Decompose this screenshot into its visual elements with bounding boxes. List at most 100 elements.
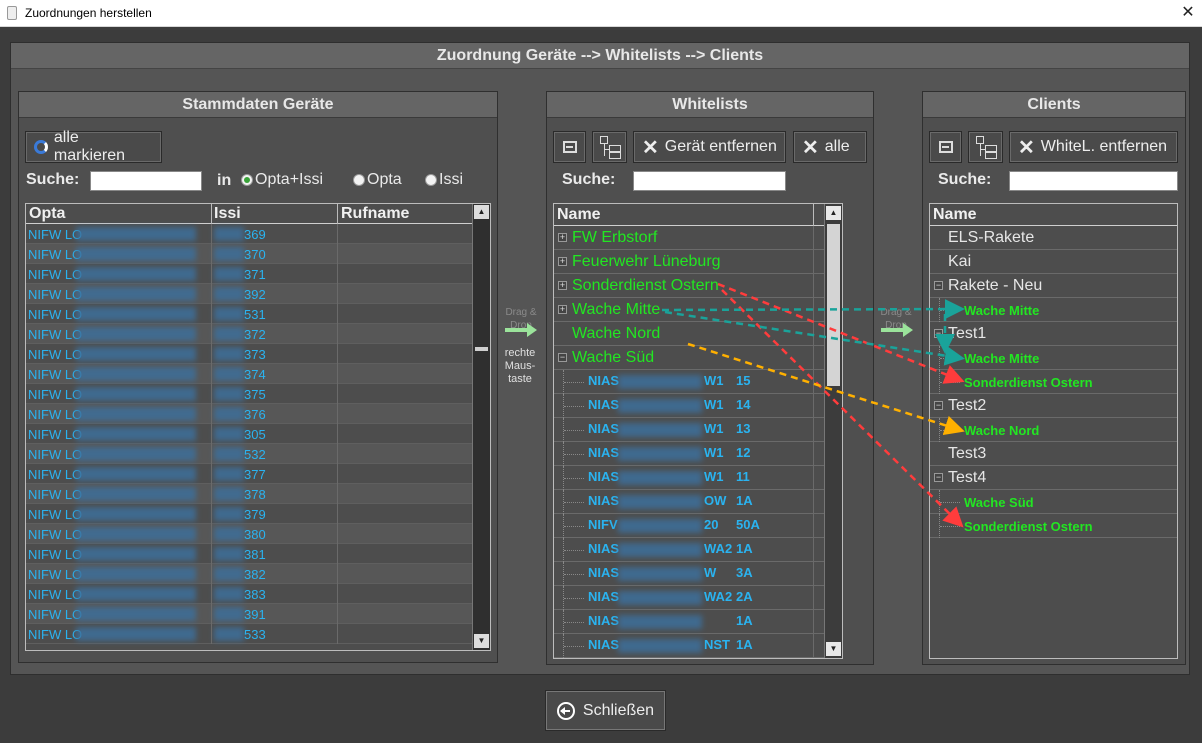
scroll-down-icon[interactable]: ▼ (474, 634, 489, 648)
table-row[interactable]: NIFW LO 372 (26, 324, 472, 344)
table-row[interactable]: NIFW LO 532 (26, 444, 472, 464)
close-window-icon[interactable]: ✕ (1174, 0, 1202, 26)
client-whitelist[interactable]: Wache Mitte (930, 298, 1177, 322)
redacted-blur (618, 495, 702, 509)
table-row[interactable]: NIFW LO 381 (26, 544, 472, 564)
radio-opta[interactable]: Opta (353, 171, 402, 189)
client-item[interactable]: − Test2 (930, 394, 1177, 418)
whitelist-item[interactable]: + Wache Mitte (554, 298, 824, 322)
collapse-all-button[interactable] (553, 131, 586, 163)
whitelist-device[interactable]: NIAS W1 14 (554, 394, 824, 418)
scroll-down-icon[interactable]: ▼ (826, 642, 841, 656)
client-item[interactable]: ELS-Rakete (930, 226, 1177, 250)
col-rufname[interactable]: Rufname (341, 205, 409, 223)
devices-scrollbar[interactable]: ▲ ▼ (472, 204, 490, 650)
remove-device-label: Gerät entfernen (664, 138, 777, 155)
table-row[interactable]: NIFW LO 371 (26, 264, 472, 284)
table-row[interactable]: NIFW LO 533 (26, 624, 472, 644)
redacted-blur (214, 447, 244, 461)
table-row[interactable]: NIFW LO 370 (26, 244, 472, 264)
remove-all-button[interactable]: ✕ alle (793, 131, 867, 163)
table-row[interactable]: NIFW LO 380 (26, 524, 472, 544)
whitelist-device[interactable]: NIAS W1 12 (554, 442, 824, 466)
expand-all-button[interactable] (592, 131, 627, 163)
main-header: Zuordnung Geräte --> Whitelists --> Clie… (11, 43, 1189, 69)
whitelists-scrollbar[interactable]: ▲ ▼ (824, 204, 842, 658)
client-whitelist[interactable]: Sonderdienst Ostern (930, 514, 1177, 538)
table-row[interactable]: NIFW LO 382 (26, 564, 472, 584)
scroll-thumb[interactable] (475, 347, 488, 351)
expand-icon[interactable]: + (558, 305, 567, 314)
whitelist-device[interactable]: NIAS WA2 1A (554, 538, 824, 562)
table-row[interactable]: NIFW LO 305 (26, 424, 472, 444)
expand-icon[interactable]: + (558, 257, 567, 266)
in-label: in (217, 172, 232, 189)
client-item[interactable]: − Test4 (930, 466, 1177, 490)
whitelist-item[interactable]: Wache Nord (554, 322, 824, 346)
collapse-icon[interactable]: − (934, 401, 943, 410)
table-row[interactable]: NIFW LO 369 (26, 224, 472, 244)
table-row[interactable]: NIFW LO 374 (26, 364, 472, 384)
clients-expand-all-button[interactable] (968, 131, 1003, 163)
col-name[interactable]: Name (933, 206, 977, 224)
redacted-blur (214, 627, 244, 641)
cell-issi: 383 (244, 587, 266, 602)
col-issi[interactable]: Issi (214, 205, 241, 223)
radio-opta-issi[interactable]: Opta+Issi (241, 171, 323, 189)
client-whitelist[interactable]: Wache Nord (930, 418, 1177, 442)
collapse-icon[interactable]: − (934, 329, 943, 338)
expand-icon[interactable]: + (558, 281, 567, 290)
whitelist-item[interactable]: + FW Erbstorf (554, 226, 824, 250)
scroll-thumb[interactable] (827, 224, 840, 386)
collapse-icon[interactable]: − (558, 353, 567, 362)
clients-collapse-all-button[interactable] (929, 131, 962, 163)
whitelist-item[interactable]: + Feuerwehr Lüneburg (554, 250, 824, 274)
table-row[interactable]: NIFW LO 379 (26, 504, 472, 524)
collapse-icon[interactable]: − (934, 473, 943, 482)
clients-search-input[interactable] (1009, 171, 1178, 191)
client-item[interactable]: − Rakete - Neu (930, 274, 1177, 298)
table-row[interactable]: NIFW LO 391 (26, 604, 472, 624)
table-row[interactable]: NIFW LO 378 (26, 484, 472, 504)
client-whitelist[interactable]: Sonderdienst Ostern (930, 370, 1177, 394)
mark-all-button[interactable]: alle markieren (25, 129, 162, 164)
close-button[interactable]: Schließen (545, 690, 666, 731)
scroll-up-icon[interactable]: ▲ (826, 206, 841, 220)
client-item[interactable]: − Test1 (930, 322, 1177, 346)
table-row[interactable]: NIFW LO 531 (26, 304, 472, 324)
remove-device-button[interactable]: ✕ Gerät entfernen (633, 131, 786, 163)
whitelist-device[interactable]: NIAS OW 1A (554, 490, 824, 514)
client-whitelist[interactable]: Wache Süd (930, 490, 1177, 514)
redacted-blur (214, 327, 244, 341)
whitelist-device[interactable]: NIAS WA2 2A (554, 586, 824, 610)
redacted-blur (76, 527, 196, 541)
whitelist-item[interactable]: + Sonderdienst Ostern (554, 274, 824, 298)
whitelist-item[interactable]: − Wache Süd (554, 346, 824, 370)
devices-search-input[interactable] (90, 171, 202, 191)
table-row[interactable]: NIFW LO 383 (26, 584, 472, 604)
table-row[interactable]: NIFW LO 375 (26, 384, 472, 404)
whitelist-device[interactable]: NIAS 1A (554, 610, 824, 634)
whitelist-device[interactable]: NIFV 20 50A (554, 514, 824, 538)
table-row[interactable]: NIFW LO 377 (26, 464, 472, 484)
remove-whitelist-button[interactable]: ✕ WhiteL. entfernen (1009, 131, 1178, 163)
radio-issi[interactable]: Issi (425, 171, 463, 189)
expand-icon[interactable]: + (558, 233, 567, 242)
whitelist-device[interactable]: NIAS W 3A (554, 562, 824, 586)
table-row[interactable]: NIFW LO 376 (26, 404, 472, 424)
collapse-icon[interactable]: − (934, 281, 943, 290)
client-item[interactable]: Kai (930, 250, 1177, 274)
table-row[interactable]: NIFW LO 373 (26, 344, 472, 364)
scroll-up-icon[interactable]: ▲ (474, 205, 489, 219)
table-row[interactable]: NIFW LO 392 (26, 284, 472, 304)
whitelists-tree: Name + FW Erbstorf + Feuerwehr Lüneburg + Son… (553, 203, 843, 659)
whitelist-device[interactable]: NIAS W1 13 (554, 418, 824, 442)
client-item[interactable]: Test3 (930, 442, 1177, 466)
client-whitelist[interactable]: Wache Mitte (930, 346, 1177, 370)
whitelists-search-input[interactable] (633, 171, 786, 191)
whitelist-device[interactable]: NIAS NST 1A (554, 634, 824, 658)
whitelist-device[interactable]: NIAS W1 11 (554, 466, 824, 490)
col-name[interactable]: Name (557, 206, 601, 224)
col-opta[interactable]: Opta (29, 205, 65, 223)
whitelist-device[interactable]: NIAS W1 15 (554, 370, 824, 394)
